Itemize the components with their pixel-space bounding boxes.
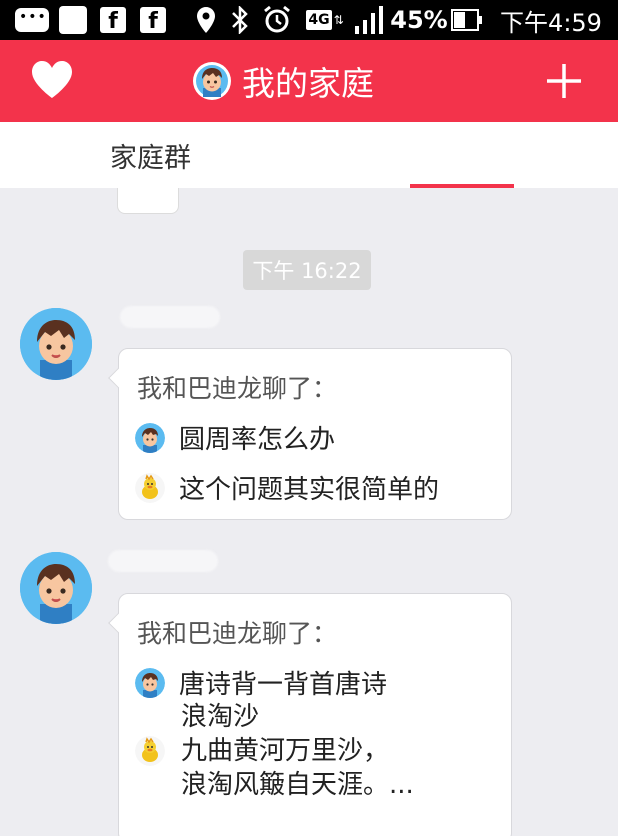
poem-line: 浪淘沙 bbox=[181, 702, 260, 732]
message-heading: 我和巴迪龙聊了： bbox=[137, 619, 338, 648]
location-icon bbox=[194, 0, 218, 40]
question-row: 唐诗背一背首唐诗 bbox=[135, 664, 387, 701]
status-bar: f f 4G ⇅ 45% 下午4:59 bbox=[0, 0, 618, 40]
facebook-icon: f bbox=[98, 0, 128, 40]
answer-text: 这个问题其实很简单的 bbox=[179, 475, 440, 505]
facebook-icon: f bbox=[138, 0, 168, 40]
header-title-group: 我的家庭 bbox=[192, 40, 374, 122]
poem-line: 九曲黄河万里沙， bbox=[181, 736, 390, 766]
question-row: 圆周率怎么办 bbox=[135, 419, 335, 456]
poem-line: 浪淘风簸自天涯。... bbox=[181, 770, 414, 800]
message-timestamp: 下午 16:22 bbox=[243, 250, 371, 290]
boy-avatar-icon bbox=[135, 422, 165, 453]
group-tab-bar: 家庭群 bbox=[0, 122, 618, 188]
message-heading: 我和巴迪龙聊了： bbox=[137, 374, 338, 403]
boy-avatar-icon bbox=[20, 308, 92, 380]
question-text: 圆周率怎么办 bbox=[179, 425, 336, 455]
boy-avatar-icon bbox=[20, 552, 92, 624]
heart-icon[interactable] bbox=[30, 60, 74, 100]
app-notification-icon bbox=[58, 0, 88, 40]
alarm-icon bbox=[260, 0, 294, 40]
avatar[interactable] bbox=[20, 308, 92, 380]
signal-icon bbox=[352, 0, 386, 40]
battery-percent: 45% bbox=[390, 6, 448, 34]
app-header: 我的家庭 bbox=[0, 40, 618, 122]
bluetooth-icon bbox=[228, 0, 252, 40]
answer-row bbox=[135, 736, 165, 766]
dragon-avatar-icon bbox=[135, 472, 165, 503]
family-avatar-icon bbox=[193, 62, 231, 100]
sender-name-redacted bbox=[108, 550, 218, 572]
message-notification-icon bbox=[14, 0, 50, 40]
battery-icon bbox=[450, 0, 484, 40]
network-4g-icon: 4G ⇅ bbox=[306, 10, 344, 30]
clock: 下午4:59 bbox=[500, 8, 602, 37]
boy-avatar-icon bbox=[135, 667, 165, 698]
answer-poem: 浪淘沙 九曲黄河万里沙， 浪淘风簸自天涯。... bbox=[181, 700, 414, 802]
question-text: 唐诗背一背首唐诗 bbox=[179, 670, 388, 700]
dragon-avatar-icon bbox=[135, 736, 165, 766]
message-bubble[interactable]: 我和巴迪龙聊了： 圆周率怎么办 这个问题其实很简单的 bbox=[108, 348, 512, 520]
plus-icon[interactable] bbox=[545, 62, 583, 100]
message-bubble[interactable]: 我和巴迪龙聊了： 唐诗背一背首唐诗 浪淘沙 九曲黄河万里沙， 浪淘风簸自天涯。.… bbox=[108, 593, 512, 836]
sender-name-redacted bbox=[120, 306, 220, 328]
tab-family-group[interactable]: 家庭群 bbox=[110, 136, 191, 175]
answer-row: 这个问题其实很简单的 bbox=[135, 469, 439, 506]
previous-message-bubble bbox=[117, 188, 179, 214]
page-title: 我的家庭 bbox=[242, 64, 374, 103]
avatar[interactable] bbox=[20, 552, 92, 624]
chat-area[interactable]: 下午 16:22 我和巴迪龙聊了： 圆周率怎么办 这个问题其实很简单的 我和巴迪… bbox=[0, 188, 618, 836]
